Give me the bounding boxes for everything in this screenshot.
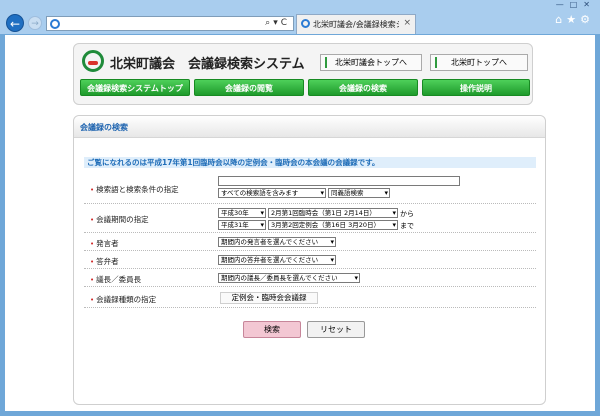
tab-title: 北栄町議会/会議録検索シ...: [313, 20, 399, 29]
to-session-select[interactable]: 3月第2回定例会（第16日 3月20日）: [268, 220, 398, 230]
speaker-label: 発言者: [90, 238, 119, 249]
browser-tab[interactable]: 北栄町議会/会議録検索シ... ×: [296, 14, 416, 34]
coverage-notice: ご覧になれるのは平成17年第1回臨時会以降の定例会・臨時会の本会議の会議録です。: [84, 157, 536, 168]
speaker-select[interactable]: 期間内の発言者を選んでください: [218, 237, 336, 247]
back-button[interactable]: ←: [6, 14, 24, 32]
kind-row: 会議録種類の指定 定例会・臨時会会議録: [84, 288, 536, 308]
town-top-link[interactable]: 北栄町トップへ: [430, 54, 528, 71]
from-suffix: から: [400, 210, 414, 218]
forward-button[interactable]: →: [28, 16, 42, 30]
close-tab-icon[interactable]: ×: [403, 18, 411, 28]
period-label: 会議期間の指定: [90, 214, 149, 225]
search-heading: 会議録の検索: [80, 123, 128, 132]
chair-select[interactable]: 期間内の議長／委員長を選んでください: [218, 273, 360, 283]
respondent-label: 答弁者: [90, 256, 119, 267]
chair-label: 議長／委員長: [90, 274, 141, 285]
search-button[interactable]: 検索: [243, 321, 301, 338]
menu-search[interactable]: 会議録の検索: [308, 79, 418, 96]
respondent-select[interactable]: 期間内の答弁者を選んでください: [218, 255, 336, 265]
from-year-select[interactable]: 平成30年: [218, 208, 266, 218]
to-year-select[interactable]: 平成31年: [218, 220, 266, 230]
address-controls[interactable]: ⌕▾C: [265, 18, 290, 28]
site-title: 北栄町議会 会議録検索システム: [110, 57, 305, 72]
town-top-link-label: 北栄町トップへ: [451, 58, 507, 67]
address-bar[interactable]: ⌕▾C: [46, 16, 294, 31]
window-controls[interactable]: —□✕: [556, 0, 596, 9]
keyword-input[interactable]: [218, 176, 460, 186]
chair-row: 議長／委員長 期間内の議長／委員長を選んでください: [84, 270, 536, 287]
to-suffix: まで: [400, 222, 414, 230]
respondent-row: 答弁者 期間内の答弁者を選んでください: [84, 252, 536, 269]
search-panel-header: 会議録の検索: [74, 116, 545, 138]
council-top-link[interactable]: 北栄町議会トップへ: [320, 54, 422, 71]
menu-browse[interactable]: 会議録の閲覧: [194, 79, 304, 96]
favicon-icon: [301, 19, 310, 28]
town-logo-icon: [82, 50, 104, 72]
page-viewport: 北栄町議会 会議録検索システム 北栄町議会トップへ 北栄町トップへ 会議録検索シ…: [5, 35, 595, 411]
site-header: 北栄町議会 会議録検索システム 北栄町議会トップへ 北栄町トップへ 会議録検索シ…: [73, 43, 533, 105]
menu-help[interactable]: 操作説明: [422, 79, 530, 96]
ie-icon: [50, 19, 60, 29]
synonym-select[interactable]: 同義語検索: [328, 188, 390, 198]
browser-toolbar: —□✕ ← → ⌕▾C 北栄町議会/会議録検索シ... × ⌂★⚙: [0, 0, 600, 34]
menu-system-top[interactable]: 会議録検索システムトップ: [80, 79, 190, 96]
keyword-mode-select[interactable]: すべての検索語を含みます: [218, 188, 326, 198]
kind-option[interactable]: 定例会・臨時会会議録: [220, 292, 318, 304]
kind-label: 会議録種類の指定: [90, 294, 156, 305]
from-session-select[interactable]: 2月第1回臨時会（第1日 2月14日）: [268, 208, 398, 218]
council-top-link-label: 北栄町議会トップへ: [335, 58, 407, 67]
keyword-label: 検索語と検索条件の指定: [90, 184, 179, 195]
period-row: 会議期間の指定 平成30年 2月第1回臨時会（第1日 2月14日） から 平成3…: [84, 205, 536, 233]
search-panel: 会議録の検索 ご覧になれるのは平成17年第1回臨時会以降の定例会・臨時会の本会議…: [73, 115, 546, 405]
speaker-row: 発言者 期間内の発言者を選んでください: [84, 234, 536, 251]
reset-button[interactable]: リセット: [307, 321, 365, 338]
keyword-row: 検索語と検索条件の指定 すべての検索語を含みます 同義語検索: [84, 175, 536, 204]
browser-tool-icons[interactable]: ⌂★⚙: [555, 13, 594, 26]
